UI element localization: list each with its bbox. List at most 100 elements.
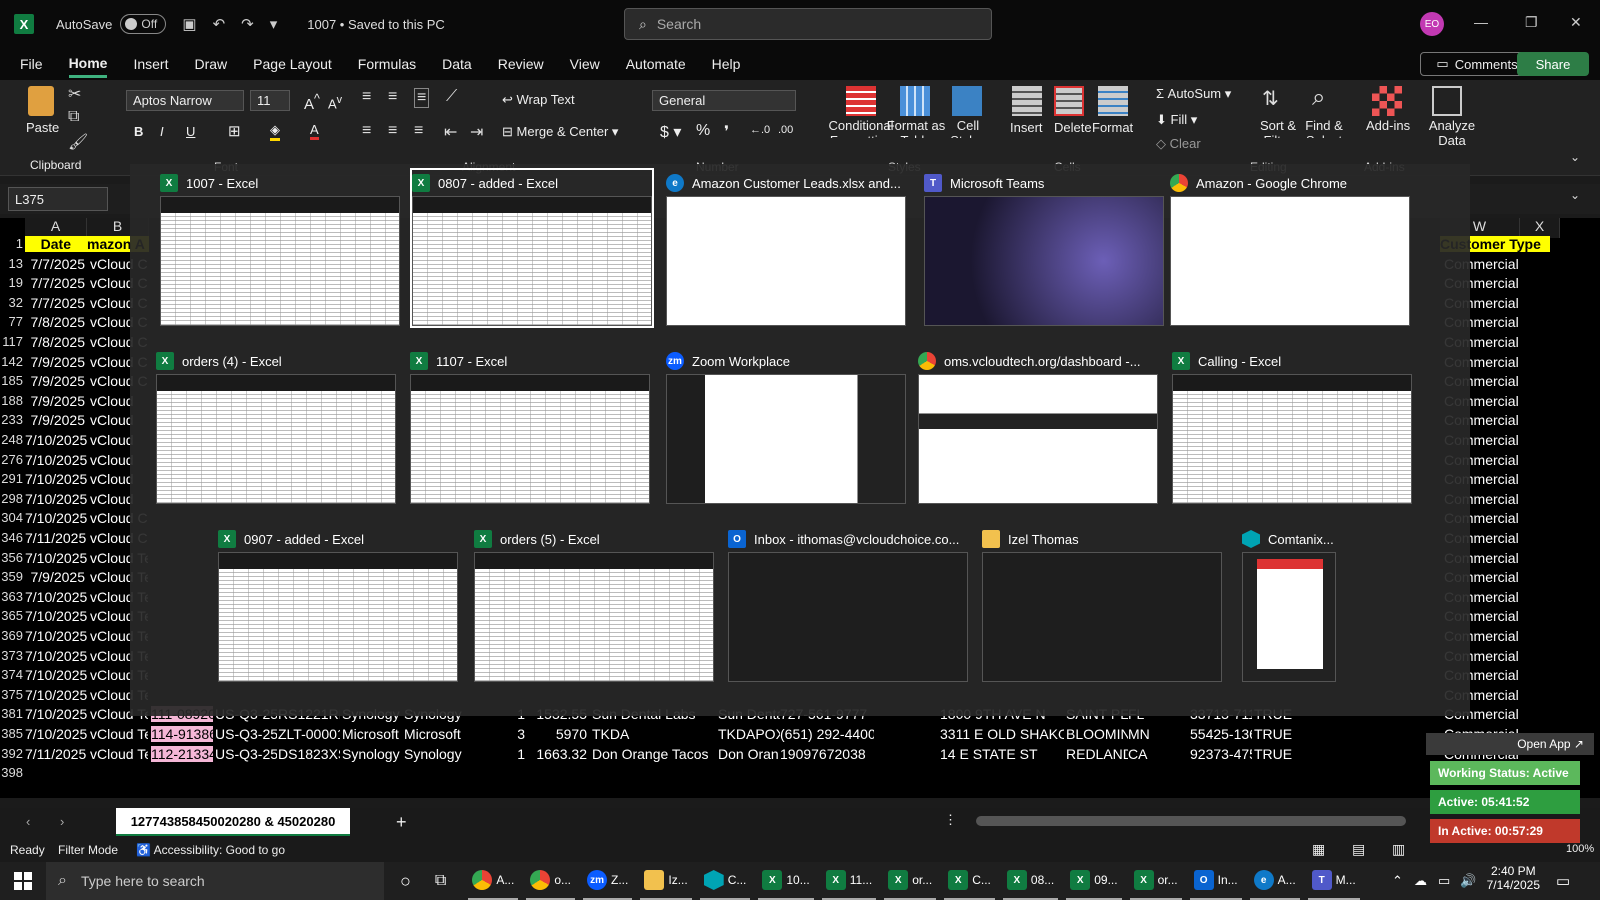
fill-button[interactable]: ⬇ Fill ▾ [1156,112,1197,128]
tab-formulas[interactable]: Formulas [358,52,416,76]
row-number[interactable]: 385 [0,726,25,741]
window-thumbnail[interactable]: X 0907 - added - Excel [218,526,458,682]
cell-date[interactable]: 7/11/2025 [25,530,87,546]
tab-draw[interactable]: Draw [194,52,227,76]
cell-po-number[interactable]: US-Q3-25- [215,746,277,762]
sort-filter-button[interactable]: Sort & Filter [1256,118,1300,138]
increase-font-icon[interactable]: A^ [304,92,320,113]
window-thumbnail[interactable]: zm Zoom Workplace [666,348,906,504]
format-cells-icon[interactable] [1098,86,1128,116]
cell-zip[interactable]: 55425-136 [1190,726,1252,742]
minimize-icon[interactable]: — [1474,14,1488,30]
cell-date[interactable]: 7/7/2025 [25,256,87,272]
row-number[interactable]: 77 [0,314,25,329]
volume-icon[interactable]: 🔊 [1460,873,1476,889]
row-number[interactable]: 291 [0,471,25,486]
row-number[interactable]: 117 [0,334,25,349]
cell-date[interactable]: 7/8/2025 [25,334,87,350]
row-number[interactable]: 373 [0,648,25,663]
cell-account[interactable]: vCloud Te [90,726,148,742]
window-thumbnail[interactable]: Xorders (4) - Excel [156,348,396,504]
window-thumbnail[interactable]: Xorders (5) - Excel [474,526,714,682]
window-thumbnail[interactable]: X 0807 - added - Excel [410,168,654,328]
cell-date[interactable]: 7/9/2025 [25,569,87,585]
decrease-font-icon[interactable]: Av [328,94,342,111]
add-ins-icon[interactable] [1372,86,1402,116]
find-select-button[interactable]: Find & Select [1302,118,1346,138]
font-size-dropdown[interactable]: 11 [250,90,290,111]
cell-phone[interactable]: (651) 292-4400 [780,726,874,742]
cell-styles-icon[interactable] [952,86,982,116]
currency-icon[interactable]: $ ▾ [660,122,681,142]
window-thumbnail[interactable]: Izel Thomas [982,526,1222,682]
cell-flag[interactable]: TRUE [1254,726,1316,742]
window-thumbnail[interactable]: oms.vcloudtech.org/dashboard -... [918,348,1158,504]
cell-date[interactable]: 7/8/2025 [25,314,87,330]
search-input[interactable]: ⌕ Search [624,8,992,40]
window-thumbnail[interactable]: T Microsoft Teams [924,170,1164,326]
taskbar-app-zoom[interactable]: zm Z... [583,862,633,900]
analyze-data-icon[interactable] [1432,86,1462,116]
cell-date[interactable]: 7/7/2025 [25,295,87,311]
cell-phone[interactable]: 19097672038 [780,746,874,762]
comma-icon[interactable]: ❜ [724,122,729,142]
customize-qat-icon[interactable]: ▾ [270,15,278,33]
cell-date[interactable]: 7/10/2025 [25,667,87,683]
document-title[interactable]: 1007 • Saved to this PC [307,17,445,32]
italic-icon[interactable]: I [160,124,164,139]
cell-date[interactable]: 7/10/2025 [25,432,87,448]
cell-quantity[interactable]: 3 [466,726,528,742]
row-number[interactable]: 188 [0,393,25,408]
cell-date[interactable]: 7/10/2025 [25,628,87,644]
cell-brand[interactable]: Synology [404,746,466,762]
redo-icon[interactable]: ↷ [241,15,254,33]
row-number[interactable]: 298 [0,491,25,506]
row-number[interactable]: 381 [0,706,25,721]
merge-center-button[interactable]: ⊟ Merge & Center ▾ [502,124,618,140]
taskbar-app-excel[interactable]: Xor... [1129,862,1182,900]
column-header-a[interactable]: A [25,218,87,238]
row-number[interactable]: 142 [0,354,25,369]
conditional-formatting-icon[interactable] [846,86,876,116]
add-ins-button[interactable]: Add-ins [1366,118,1410,133]
find-select-icon[interactable]: ⌕ [1312,84,1325,112]
copy-icon[interactable]: ⧉ [68,108,79,126]
cell-date[interactable]: 7/10/2025 [25,706,87,722]
window-thumbnail[interactable]: X 1107 - Excel [410,348,650,504]
autosave-toggle[interactable]: Off [120,14,167,34]
cell-company[interactable]: TKDA [592,726,716,742]
fill-color-icon[interactable]: ◈ [270,122,280,141]
cell-city[interactable]: REDLANDS [1066,746,1128,762]
column-title-date[interactable]: Date [25,236,87,252]
orientation-icon[interactable]: ⟋ [446,88,457,106]
cell-order-id[interactable]: 112-21334 [151,745,213,762]
cell-date[interactable]: 7/11/2025 [25,746,87,762]
row-number[interactable]: 32 [0,295,25,310]
format-as-table-icon[interactable] [900,86,930,116]
cell-city[interactable]: BLOOMIN [1066,726,1128,742]
horizontal-scrollbar[interactable] [976,816,1406,826]
cell-contact[interactable]: Don Oran [718,746,780,762]
format-as-table-button[interactable]: Format as Table [884,118,948,138]
cell-date[interactable]: 7/10/2025 [25,550,87,566]
cell-brand[interactable]: Microsoft [404,726,466,742]
clear-button[interactable]: ◇ Clear [1156,136,1201,152]
name-box[interactable]: L375 [8,187,108,211]
cell-flag[interactable]: TRUE [1254,746,1316,762]
insert-cells-button[interactable]: Insert [1010,120,1043,135]
increase-indent-icon[interactable]: ⇥ [470,122,483,142]
row-number[interactable]: 375 [0,687,25,702]
row-number[interactable]: 276 [0,452,25,467]
tab-data[interactable]: Data [442,52,472,76]
row-number[interactable]: 356 [0,550,25,565]
taskbar-app-chrome[interactable]: o... [526,862,576,900]
cell-state[interactable]: CA [1128,746,1190,762]
onedrive-icon[interactable]: ☁ [1414,873,1427,889]
task-view-icon[interactable]: ⧉ [435,872,446,890]
taskbar-search-input[interactable]: ⌕ Type here to search [46,862,384,900]
cell-date[interactable]: 7/10/2025 [25,471,87,487]
row-number[interactable]: 13 [0,256,25,271]
save-icon[interactable]: ▣ [182,15,196,33]
accessibility-status[interactable]: ♿ Accessibility: Good to go [136,843,285,857]
align-left-icon[interactable]: ≡ [362,122,371,140]
